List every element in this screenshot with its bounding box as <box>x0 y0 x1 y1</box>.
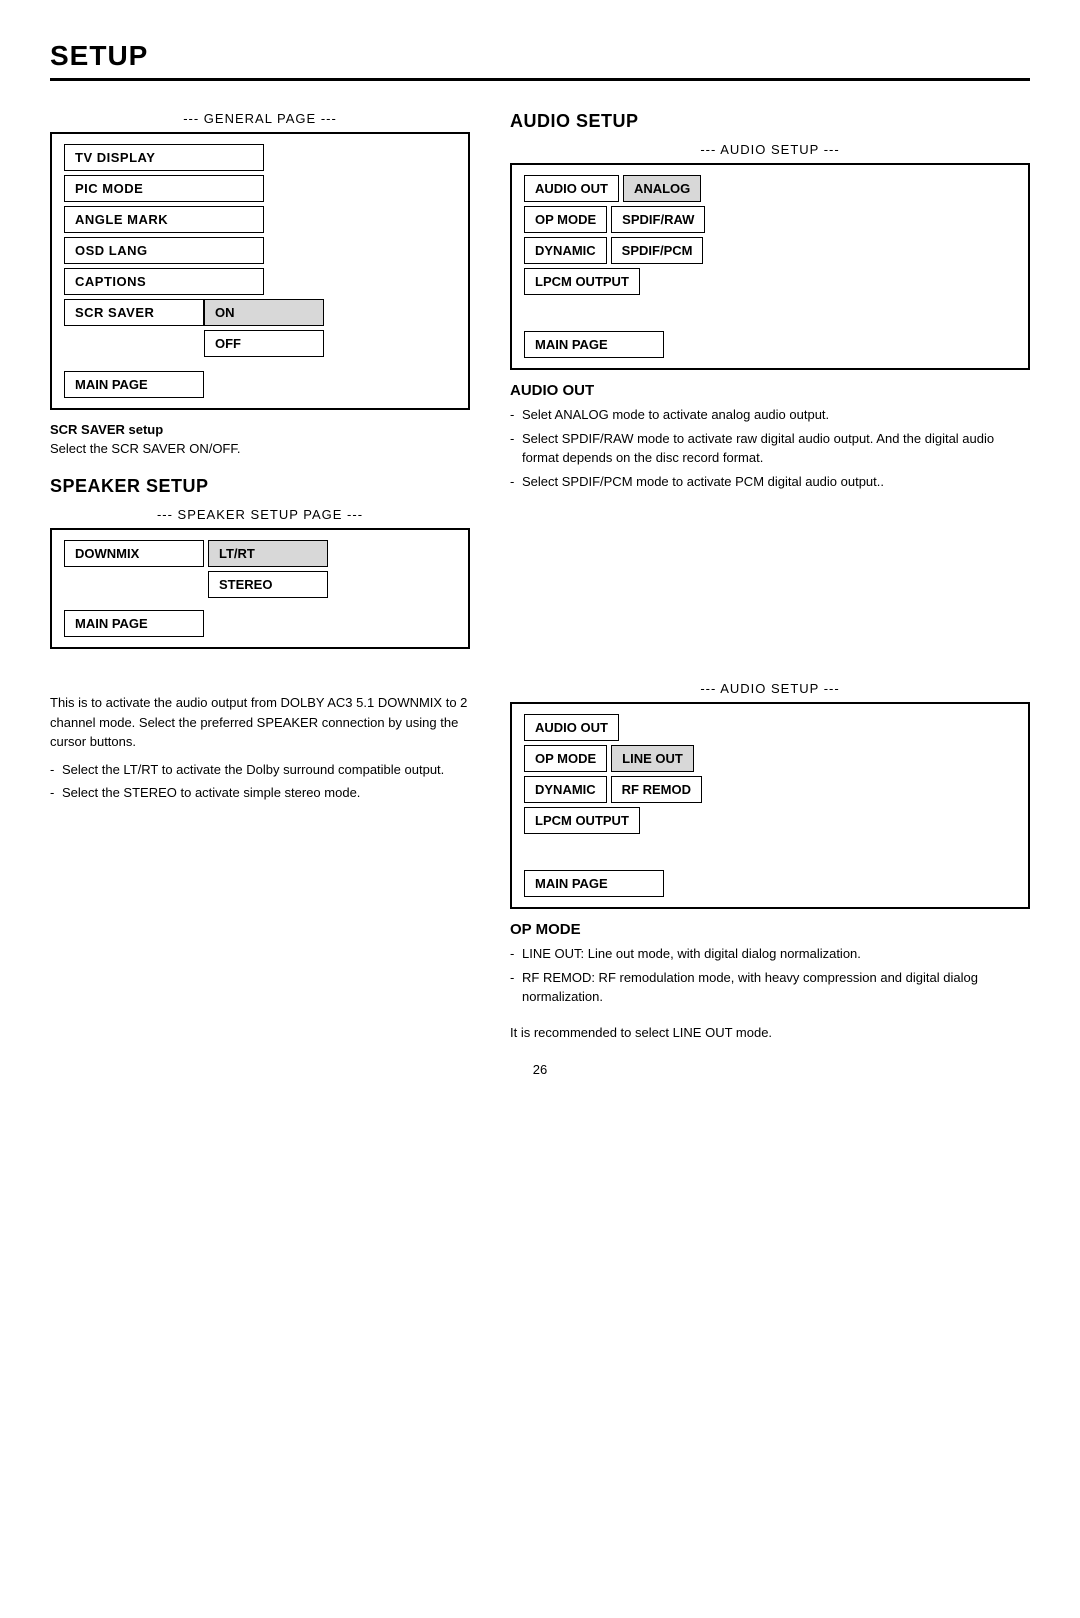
lpcm-output-item[interactable]: LPCM OUTPUT <box>524 268 640 295</box>
dynamic-item[interactable]: DYNAMIC <box>524 237 607 264</box>
right-column: AUDIO SETUP --- AUDIO SETUP --- AUDIO OU… <box>510 111 1030 507</box>
left-column: --- GENERAL PAGE --- TV DISPLAY PIC MODE… <box>50 111 470 661</box>
audio-main-page[interactable]: MAIN PAGE <box>524 331 664 358</box>
audio-out-bullets: Selet ANALOG mode to activate analog aud… <box>510 405 1030 491</box>
menu-item-angle-mark[interactable]: ANGLE MARK <box>64 206 264 233</box>
downmix-row: DOWNMIX LT/RT STEREO <box>64 540 456 602</box>
op-bullet-1: RF REMOD: RF remodulation mode, with hea… <box>510 968 1030 1007</box>
page-title: SETUP <box>50 40 1030 81</box>
general-page-label: --- GENERAL PAGE --- <box>50 111 470 126</box>
op-mode-item[interactable]: OP MODE <box>524 206 607 233</box>
audio-bullet-0: Selet ANALOG mode to activate analog aud… <box>510 405 1030 425</box>
general-main-page[interactable]: MAIN PAGE <box>64 371 204 398</box>
op-mode-note: It is recommended to select LINE OUT mod… <box>510 1023 1030 1043</box>
audio-bullet-1: Select SPDIF/RAW mode to activate raw di… <box>510 429 1030 468</box>
ltrt-group: LT/RT STEREO <box>208 540 328 602</box>
analog-item[interactable]: ANALOG <box>623 175 701 202</box>
speaker-bullets: Select the LT/RT to activate the Dolby s… <box>50 760 470 803</box>
speaker-page-box: DOWNMIX LT/RT STEREO MAIN PAGE <box>50 528 470 649</box>
second-audio-label: --- AUDIO SETUP --- <box>510 681 1030 696</box>
menu-item-scr-saver[interactable]: SCR SAVER <box>64 299 204 326</box>
op-mode-bullets: LINE OUT: Line out mode, with digital di… <box>510 944 1030 1007</box>
scr-on-item[interactable]: ON <box>204 299 324 326</box>
spdif-raw-item[interactable]: SPDIF/RAW <box>611 206 705 233</box>
menu-item-captions[interactable]: CAPTIONS <box>64 268 264 295</box>
second-op-mode[interactable]: OP MODE <box>524 745 607 772</box>
menu-item-osd-lang[interactable]: OSD LANG <box>64 237 264 264</box>
speaker-desc: This is to activate the audio output fro… <box>50 693 470 752</box>
ltrt-item[interactable]: LT/RT <box>208 540 328 567</box>
speaker-bullet-0: Select the LT/RT to activate the Dolby s… <box>50 760 470 780</box>
audio-out-title: AUDIO OUT <box>510 382 1030 399</box>
page-number: 26 <box>50 1062 1030 1077</box>
second-audio-box: AUDIO OUT OP MODE LINE OUT DYNAMIC RF RE… <box>510 702 1030 909</box>
speaker-main-page[interactable]: MAIN PAGE <box>64 610 204 637</box>
op-bullet-0: LINE OUT: Line out mode, with digital di… <box>510 944 1030 964</box>
menu-item-tv-display[interactable]: TV DISPLAY <box>64 144 264 171</box>
second-main-page[interactable]: MAIN PAGE <box>524 870 664 897</box>
audio-out-item[interactable]: AUDIO OUT <box>524 175 619 202</box>
general-page-box: TV DISPLAY PIC MODE ANGLE MARK OSD LANG … <box>50 132 470 410</box>
bottom-left: This is to activate the audio output fro… <box>50 681 470 1042</box>
scr-saver-row: SCR SAVER ON OFF <box>64 299 456 361</box>
speaker-setup-title: SPEAKER SETUP <box>50 476 470 497</box>
audio-setup-title: AUDIO SETUP <box>510 111 1030 132</box>
stereo-item[interactable]: STEREO <box>208 571 328 598</box>
audio-setup-label: --- AUDIO SETUP --- <box>510 142 1030 157</box>
speaker-setup-section: SPEAKER SETUP --- SPEAKER SETUP PAGE ---… <box>50 476 470 649</box>
audio-setup-box: AUDIO OUT ANALOG OP MODE SPDIF/RAW DYNAM… <box>510 163 1030 370</box>
second-dynamic[interactable]: DYNAMIC <box>524 776 607 803</box>
speaker-setup-label: --- SPEAKER SETUP PAGE --- <box>50 507 470 522</box>
second-lpcm[interactable]: LPCM OUTPUT <box>524 807 640 834</box>
bottom-right: --- AUDIO SETUP --- AUDIO OUT OP MODE LI… <box>510 681 1030 1042</box>
rf-remod-item[interactable]: RF REMOD <box>611 776 702 803</box>
menu-item-pic-mode[interactable]: PIC MODE <box>64 175 264 202</box>
speaker-bullet-1: Select the STEREO to activate simple ste… <box>50 783 470 803</box>
bottom-section: This is to activate the audio output fro… <box>50 681 1030 1042</box>
op-mode-title: OP MODE <box>510 921 1030 938</box>
line-out-item[interactable]: LINE OUT <box>611 745 694 772</box>
scr-saver-options: ON OFF <box>204 299 324 361</box>
second-audio-out[interactable]: AUDIO OUT <box>524 714 619 741</box>
scr-saver-desc: Select the SCR SAVER ON/OFF. <box>50 441 470 456</box>
spdif-pcm-item[interactable]: SPDIF/PCM <box>611 237 704 264</box>
scr-off-item[interactable]: OFF <box>204 330 324 357</box>
scr-saver-setup-label: SCR SAVER setup <box>50 422 470 437</box>
audio-bullet-2: Select SPDIF/PCM mode to activate PCM di… <box>510 472 1030 492</box>
downmix-item[interactable]: DOWNMIX <box>64 540 204 567</box>
